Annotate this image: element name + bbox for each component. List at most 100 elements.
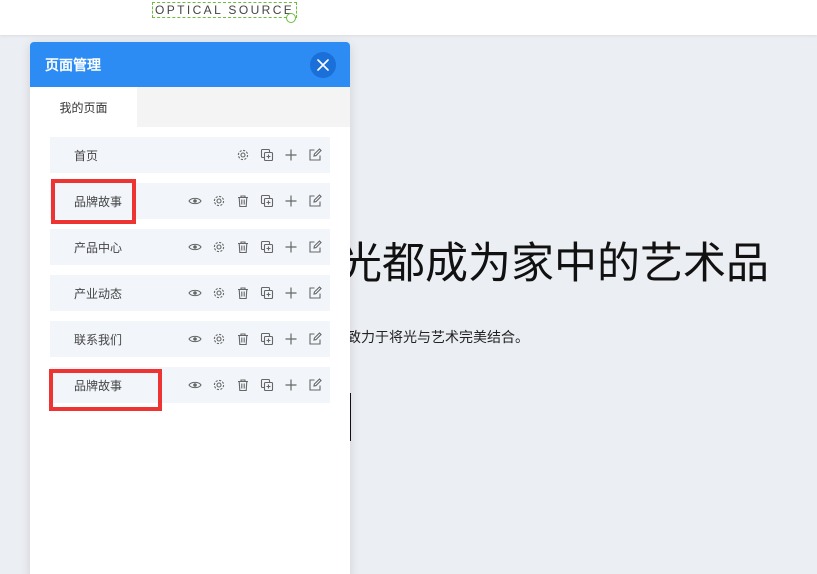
copy-button[interactable]	[260, 332, 274, 346]
page-name: 联系我们	[74, 332, 123, 347]
gear-button[interactable]	[212, 332, 226, 346]
plus-button[interactable]	[284, 148, 298, 162]
gear-icon	[213, 195, 225, 207]
trash-button[interactable]	[236, 286, 250, 300]
copy-icon	[260, 378, 274, 392]
page-actions	[226, 148, 322, 162]
page-actions	[178, 332, 322, 346]
trash-icon	[238, 287, 248, 300]
plus-icon	[285, 379, 297, 391]
text-cursor	[350, 393, 351, 441]
panel-header: 页面管理	[30, 42, 350, 87]
edit-button[interactable]	[308, 240, 322, 254]
gear-button[interactable]	[212, 194, 226, 208]
page-actions	[178, 378, 322, 392]
trash-button[interactable]	[236, 240, 250, 254]
edit-icon	[309, 286, 322, 299]
gear-icon	[213, 241, 225, 253]
page-actions	[178, 194, 322, 208]
copy-icon	[260, 194, 274, 208]
eye-icon	[188, 289, 202, 297]
page-list-item[interactable]: 品牌故事	[50, 183, 330, 219]
copy-button[interactable]	[260, 286, 274, 300]
eye-button[interactable]	[188, 194, 202, 208]
eye-icon	[188, 197, 202, 205]
page-list-item[interactable]: 首页	[50, 137, 330, 173]
edit-icon	[309, 194, 322, 207]
plus-icon	[285, 287, 297, 299]
hero-subtitle[interactable]: 致力于将光与艺术完美结合。	[347, 327, 529, 347]
tab-bar: 我的页面	[30, 87, 350, 127]
page-list: 首页 品牌故事 产品中心 产业动态 联系我们 品牌故事	[30, 127, 350, 403]
copy-icon	[260, 148, 274, 162]
eye-icon	[188, 381, 202, 389]
eye-button[interactable]	[188, 240, 202, 254]
resize-handle[interactable]	[286, 13, 296, 23]
gear-button[interactable]	[212, 378, 226, 392]
edit-button[interactable]	[308, 194, 322, 208]
trash-icon	[238, 195, 248, 208]
gear-icon	[213, 333, 225, 345]
trash-icon	[238, 333, 248, 346]
page-name: 产品中心	[74, 240, 123, 255]
hero-title[interactable]: 光都成为家中的艺术品	[339, 238, 809, 290]
page-list-item[interactable]: 品牌故事	[50, 367, 330, 403]
page-name: 品牌故事	[74, 378, 123, 393]
copy-button[interactable]	[260, 240, 274, 254]
page-actions	[178, 240, 322, 254]
page-list-item[interactable]: 产品中心	[50, 229, 330, 265]
plus-button[interactable]	[284, 332, 298, 346]
edit-icon	[309, 240, 322, 253]
gear-button[interactable]	[212, 240, 226, 254]
close-icon	[317, 58, 329, 71]
edit-button[interactable]	[308, 148, 322, 162]
eye-button[interactable]	[188, 286, 202, 300]
plus-icon	[285, 149, 297, 161]
eye-icon	[188, 243, 202, 251]
page-name: 产业动态	[74, 286, 123, 301]
trash-button[interactable]	[236, 332, 250, 346]
edit-icon	[309, 148, 322, 161]
eye-button[interactable]	[188, 332, 202, 346]
tab-my-pages[interactable]: 我的页面	[30, 87, 137, 127]
gear-icon	[213, 379, 225, 391]
close-button[interactable]	[310, 51, 336, 78]
logo-text-element[interactable]: OPTICAL SOURCE	[152, 2, 298, 18]
gear-button[interactable]	[212, 286, 226, 300]
edit-button[interactable]	[308, 332, 322, 346]
page-name: 首页	[74, 148, 99, 163]
plus-icon	[285, 241, 297, 253]
edit-icon	[309, 378, 322, 391]
trash-button[interactable]	[236, 378, 250, 392]
copy-icon	[260, 332, 274, 346]
edit-icon	[309, 332, 322, 345]
trash-icon	[238, 379, 248, 392]
gear-icon	[237, 149, 249, 161]
plus-icon	[285, 333, 297, 345]
plus-button[interactable]	[284, 240, 298, 254]
gear-icon	[213, 287, 225, 299]
copy-button[interactable]	[260, 378, 274, 392]
edit-button[interactable]	[308, 286, 322, 300]
panel-title: 页面管理	[45, 57, 101, 74]
page-list-item[interactable]: 联系我们	[50, 321, 330, 357]
copy-icon	[260, 240, 274, 254]
site-header: OPTICAL SOURCE	[0, 0, 817, 35]
page-list-item[interactable]: 产业动态	[50, 275, 330, 311]
plus-icon	[285, 195, 297, 207]
page-manager-panel: 页面管理 我的页面 首页 品牌故事 产品中心 产业动态 联系我们 品牌故事	[30, 42, 350, 574]
copy-icon	[260, 286, 274, 300]
page-name: 品牌故事	[74, 194, 123, 209]
gear-button[interactable]	[236, 148, 250, 162]
trash-icon	[238, 241, 248, 254]
plus-button[interactable]	[284, 194, 298, 208]
page-actions	[178, 286, 322, 300]
copy-button[interactable]	[260, 194, 274, 208]
eye-button[interactable]	[188, 378, 202, 392]
trash-button[interactable]	[236, 194, 250, 208]
plus-button[interactable]	[284, 286, 298, 300]
eye-icon	[188, 335, 202, 343]
copy-button[interactable]	[260, 148, 274, 162]
edit-button[interactable]	[308, 378, 322, 392]
plus-button[interactable]	[284, 378, 298, 392]
